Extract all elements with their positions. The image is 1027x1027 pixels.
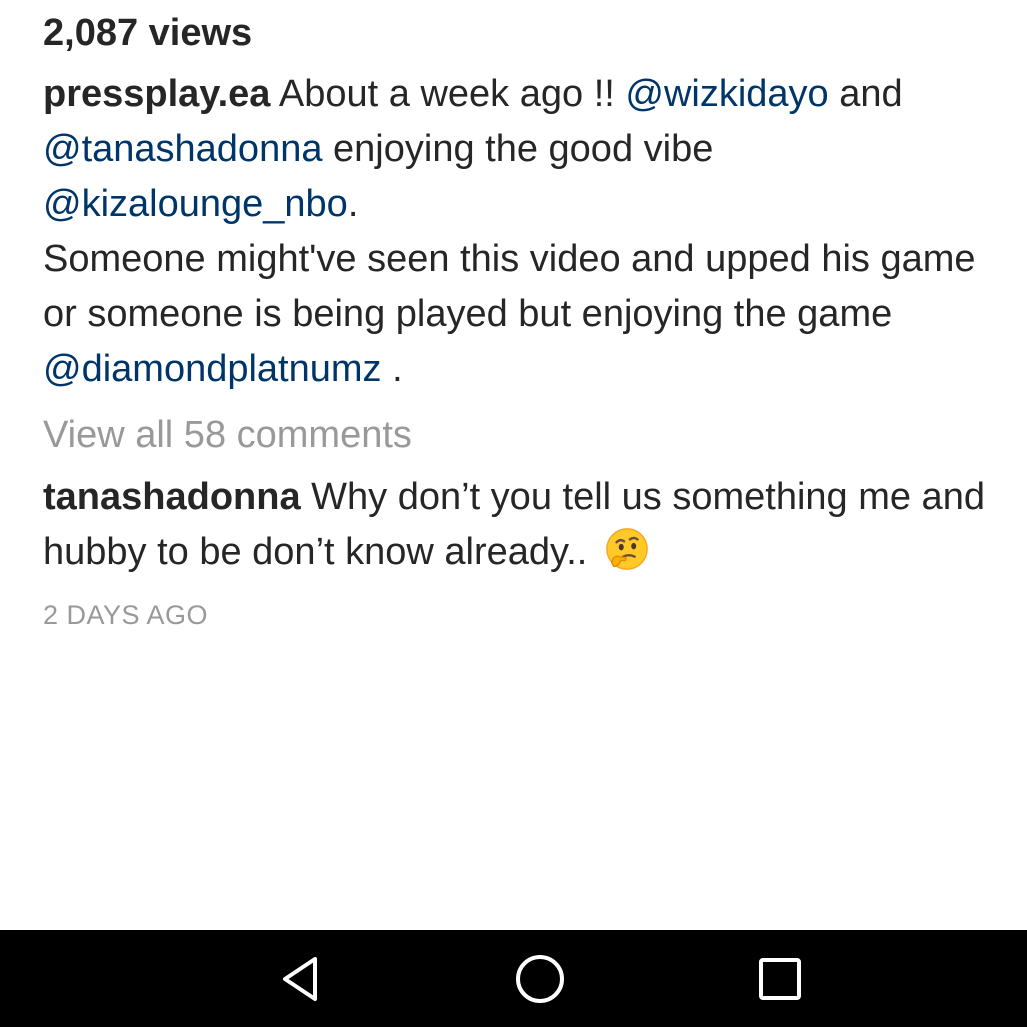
comment-timestamp: 2 DAYS AGO <box>43 600 209 630</box>
mention-wizkidayo[interactable]: @wizkidayo <box>625 73 828 115</box>
caption-username[interactable]: pressplay.ea <box>43 73 270 115</box>
recents-button[interactable] <box>730 930 830 1027</box>
caption-paragraph: Someone might've seen this video and upp… <box>43 232 993 397</box>
mention-tanashadonna[interactable]: @tanashadonna <box>43 128 322 170</box>
caption-text: Someone might've seen this video and upp… <box>43 238 976 335</box>
caption-text: About a week ago !! <box>270 73 626 115</box>
caption-text: . <box>381 348 403 390</box>
comment-username[interactable]: tanashadonna <box>43 476 301 518</box>
comment-item: tanashadonna Why don’t you tell us somet… <box>43 470 993 580</box>
post-caption: pressplay.ea About a week ago !! @wizkid… <box>43 67 993 397</box>
home-circle-icon <box>516 954 564 1003</box>
caption-text: enjoying the good vibe <box>322 128 714 170</box>
system-navigation-bar <box>0 930 1027 1027</box>
home-button[interactable] <box>490 930 590 1027</box>
caption-text: and <box>828 73 903 115</box>
back-button[interactable] <box>250 930 350 1027</box>
caption-paragraph: pressplay.ea About a week ago !! @wizkid… <box>43 67 993 232</box>
recents-square-icon <box>759 957 801 1000</box>
mention-kizalounge[interactable]: @kizalounge_nbo <box>43 183 348 225</box>
back-triangle-icon <box>283 956 317 1001</box>
view-all-comments-link[interactable]: View all 58 comments <box>43 412 412 458</box>
mention-diamondplatnumz[interactable]: @diamondplatnumz <box>43 348 382 390</box>
thinking-face-emoji-icon <box>606 528 648 570</box>
caption-text: . <box>347 183 359 225</box>
view-count[interactable]: 2,087 views <box>43 10 252 56</box>
